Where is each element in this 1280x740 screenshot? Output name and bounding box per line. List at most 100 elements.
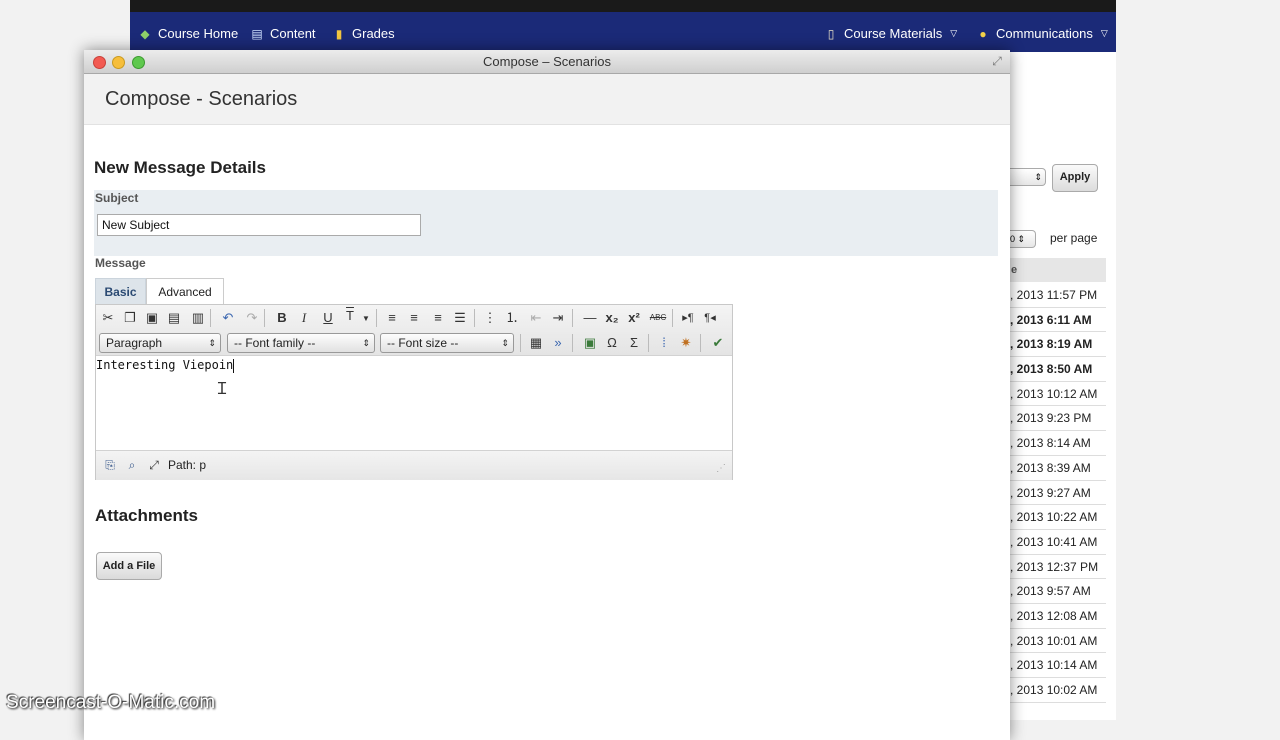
numbered-list-icon[interactable]: ⒈ <box>502 308 522 328</box>
list-item[interactable]: , 2013 6:11 AM <box>1010 308 1106 333</box>
top-strip <box>130 0 1116 12</box>
align-left-icon[interactable]: ≡ <box>382 308 402 328</box>
nav-course-materials[interactable]: ▯ Course Materials ▽ <box>824 26 958 41</box>
nav-content[interactable]: ▤ Content <box>250 26 315 41</box>
align-center-icon[interactable]: ≡ <box>404 308 424 328</box>
message-list: , 2013 11:57 PM, 2013 6:11 AM, 2013 8:19… <box>1010 283 1106 703</box>
horizontal-rule-icon[interactable]: — <box>580 308 600 328</box>
window-title: Compose – Scenarios <box>483 54 611 69</box>
equation-icon[interactable]: Σ <box>624 333 644 353</box>
paste-text-icon[interactable]: ▤ <box>164 308 184 328</box>
page-header: Compose - Scenarios <box>84 74 1010 125</box>
per-page-select[interactable]: 0 ⇕ <box>1010 230 1036 248</box>
table-icon[interactable]: ▦ <box>526 333 546 353</box>
nav-communications-label: Communications <box>996 26 1093 41</box>
subject-label: Subject <box>95 191 139 205</box>
bullet-list-icon[interactable]: ⋮ <box>480 308 500 328</box>
per-page-label: per page <box>1050 231 1098 245</box>
list-item[interactable]: , 2013 8:50 AM <box>1010 357 1106 382</box>
toolbar-divider <box>210 309 211 327</box>
paste-icon[interactable]: ▣ <box>142 308 162 328</box>
toolbar-divider <box>264 309 265 327</box>
list-item[interactable]: , 2013 8:14 AM <box>1010 431 1106 456</box>
nav-communications[interactable]: ● Communications ▽ <box>976 26 1107 41</box>
add-file-button[interactable]: Add a File <box>96 552 162 580</box>
apply-button[interactable]: Apply <box>1052 164 1098 192</box>
special-character-icon[interactable]: Ω <box>602 333 622 353</box>
undo-icon[interactable]: ↶ <box>218 308 238 328</box>
superscript-icon[interactable]: x² <box>624 308 644 328</box>
home-icon: ◆ <box>140 26 150 41</box>
outdent-icon[interactable]: ⇤ <box>526 308 546 328</box>
list-item[interactable]: , 2013 10:02 AM <box>1010 678 1106 703</box>
toolbar-divider <box>474 309 475 327</box>
align-justify-icon[interactable]: ☰ <box>450 308 470 328</box>
toolbar-divider <box>648 334 649 352</box>
tab-advanced[interactable]: Advanced <box>146 278 224 304</box>
chat-icon: ● <box>979 26 987 41</box>
subject-input[interactable] <box>97 214 421 236</box>
compose-window: Compose – Scenarios ⤢ Compose - Scenario… <box>84 50 1010 740</box>
toolbar-divider <box>572 334 573 352</box>
fullscreen-icon[interactable]: ⤢ <box>990 54 1004 68</box>
preview-icon[interactable]: ⌕ <box>124 457 140 473</box>
image-icon[interactable]: ▣ <box>580 333 600 353</box>
bold-icon[interactable]: B <box>272 308 292 328</box>
redo-icon[interactable]: ↷ <box>242 308 262 328</box>
list-item[interactable]: , 2013 8:39 AM <box>1010 456 1106 481</box>
subscript-icon[interactable]: x₂ <box>602 308 622 328</box>
resize-grip-icon[interactable]: ⋰ <box>716 463 726 474</box>
font-family-select[interactable]: -- Font family -- ⇕ <box>227 333 375 353</box>
font-size-select[interactable]: -- Font size -- ⇕ <box>380 333 514 353</box>
chevron-down-icon[interactable]: ▼ <box>356 309 376 329</box>
select-arrows-icon: ⇕ <box>208 338 216 348</box>
list-item[interactable]: , 2013 10:22 AM <box>1010 505 1106 530</box>
watermark: Screencast-O-Matic.com <box>6 692 216 713</box>
list-item[interactable]: , 2013 10:12 AM <box>1010 382 1106 407</box>
italic-icon[interactable]: I <box>294 308 314 328</box>
emoticon-icon[interactable]: ✷ <box>676 333 696 353</box>
indent-icon[interactable]: ⇥ <box>548 308 568 328</box>
cut-icon[interactable]: ✂ <box>98 308 118 328</box>
link-icon[interactable]: » <box>548 333 568 353</box>
font-family-select-value: -- Font family -- <box>234 336 316 350</box>
nav-grades[interactable]: ▮ Grades <box>332 26 395 41</box>
list-item[interactable]: , 2013 9:27 AM <box>1010 481 1106 506</box>
window-titlebar: Compose – Scenarios ⤢ <box>84 50 1010 74</box>
ltr-icon[interactable]: ▸¶ <box>678 308 698 328</box>
course-navbar: ◆ Course Home ▤ Content ▮ Grades ▯ Cours… <box>130 12 1116 52</box>
list-item[interactable]: , 2013 9:23 PM <box>1010 406 1106 432</box>
grades-icon: ▮ <box>335 26 343 41</box>
nav-course-home[interactable]: ◆ Course Home <box>138 26 238 41</box>
strikethrough-icon[interactable]: ABC <box>648 308 668 328</box>
chevron-down-icon: ▽ <box>950 28 958 38</box>
list-item[interactable]: , 2013 10:41 AM <box>1010 530 1106 555</box>
copy-icon[interactable]: ❐ <box>120 308 140 328</box>
list-item[interactable]: , 2013 8:19 AM <box>1010 332 1106 358</box>
tab-basic[interactable]: Basic <box>95 278 146 304</box>
editor-content[interactable]: Interesting Viepoin <box>96 356 732 449</box>
font-size-select-value: -- Font size -- <box>387 336 459 350</box>
fullscreen-editor-icon[interactable]: ⤢ <box>146 457 162 473</box>
media-icon[interactable]: ⁞ <box>654 333 674 353</box>
editor-text: Interesting Viepoin <box>96 358 234 372</box>
list-item[interactable]: , 2013 12:37 PM <box>1010 555 1106 580</box>
page-title: Compose - Scenarios <box>105 88 298 110</box>
list-header[interactable]: e <box>1010 258 1106 282</box>
format-select[interactable]: Paragraph ⇕ <box>99 333 221 353</box>
filter-select[interactable]: ⇕ <box>1010 168 1046 186</box>
list-item[interactable]: , 2013 10:14 AM <box>1010 653 1106 678</box>
insert-file-icon[interactable]: ⎘ <box>102 457 118 473</box>
list-item[interactable]: , 2013 10:01 AM <box>1010 629 1106 654</box>
underline-icon[interactable]: U <box>318 308 338 328</box>
book-icon: ▤ <box>251 26 263 41</box>
spellcheck-icon[interactable]: ✔ <box>708 333 728 353</box>
align-right-icon[interactable]: ≡ <box>428 308 448 328</box>
list-item[interactable]: , 2013 9:57 AM <box>1010 579 1106 604</box>
list-item[interactable]: , 2013 12:08 AM <box>1010 604 1106 629</box>
mouse-ibeam-cursor: Ｉ <box>214 381 231 398</box>
editor-statusbar: ⎘ ⌕ ⤢ Path: p ⋰ <box>96 450 732 480</box>
paste-word-icon[interactable]: ▥ <box>188 308 208 328</box>
rtl-icon[interactable]: ¶◂ <box>700 308 720 328</box>
list-item[interactable]: , 2013 11:57 PM <box>1010 283 1106 308</box>
